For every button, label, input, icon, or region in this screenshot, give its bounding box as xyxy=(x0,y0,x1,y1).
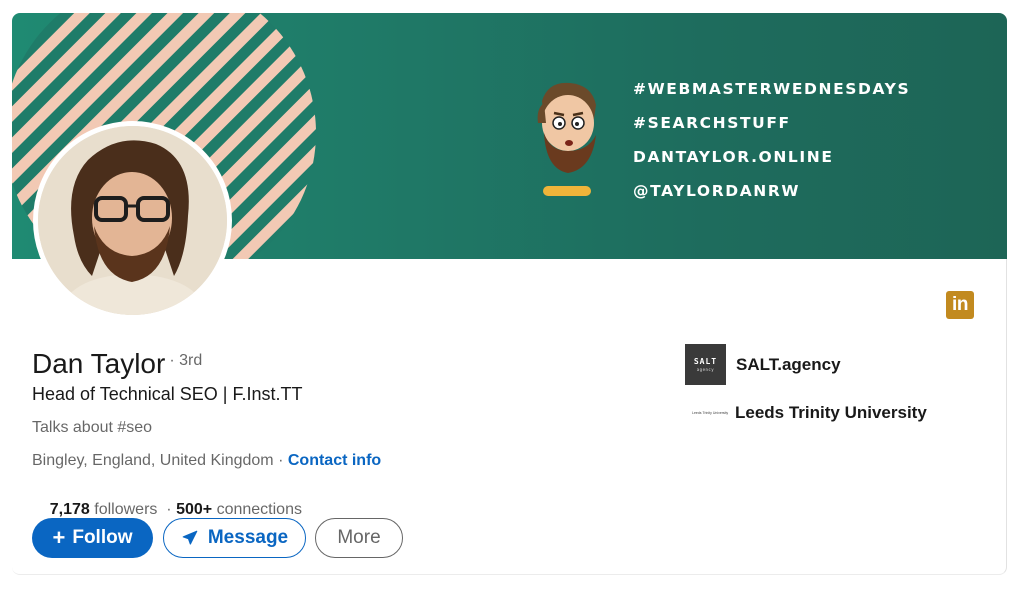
linkedin-icon[interactable]: in xyxy=(946,291,974,319)
profile-name: Dan Taylor xyxy=(32,348,166,379)
education-leeds-trinity[interactable]: Leeds Trinity University Leeds Trinity U… xyxy=(690,403,927,423)
banner-line: #WEBMASTERWEDNESDAYS xyxy=(633,80,911,98)
message-label: Message xyxy=(207,527,289,548)
paper-plane-icon xyxy=(182,530,198,545)
profile-photo-image xyxy=(38,126,227,315)
banner-accent-bar xyxy=(543,186,591,196)
profile-card: #WEBMASTERWEDNESDAYS #SEARCHSTUFF DANTAY… xyxy=(12,13,1007,575)
stats-separator: · xyxy=(157,501,177,518)
connections-count: 500+ xyxy=(176,501,213,518)
banner-hashtags: #WEBMASTERWEDNESDAYS #SEARCHSTUFF DANTAY… xyxy=(633,79,910,215)
follow-button[interactable]: + Follow xyxy=(32,518,153,558)
salt-agency-logo: SALT agency xyxy=(685,344,726,385)
more-button[interactable]: More xyxy=(315,518,403,558)
followers-stat[interactable]: 7,178 followers xyxy=(50,501,158,518)
talks-about: Talks about #seo xyxy=(32,419,153,436)
school-name: Leeds Trinity University xyxy=(735,403,927,422)
banner-line: DANTAYLOR.ONLINE xyxy=(633,148,834,166)
name-row: Dan Taylor · 3rd xyxy=(32,348,202,380)
banner-line: @TAYLORDANRW xyxy=(633,182,801,200)
followers-count: 7,178 xyxy=(49,501,90,518)
followers-label: followers xyxy=(89,501,158,518)
location-separator: · xyxy=(273,452,288,469)
connections-stat[interactable]: 500+ connections xyxy=(176,501,302,518)
more-label: More xyxy=(337,527,381,548)
current-company-salt[interactable]: SALT agency SALT.agency xyxy=(685,344,841,385)
leeds-trinity-logo: Leeds Trinity University xyxy=(690,403,728,423)
company-name: SALT.agency xyxy=(736,354,841,374)
salt-logo-text: SALT xyxy=(693,357,718,366)
salt-logo-subtext: agency xyxy=(696,367,715,372)
plus-icon: + xyxy=(52,525,66,550)
contact-info-link[interactable]: Contact info xyxy=(288,452,381,469)
message-button[interactable]: Message xyxy=(163,518,306,558)
follow-label: Follow xyxy=(72,527,133,548)
location-text: Bingley, England, United Kingdom xyxy=(32,452,274,469)
profile-photo[interactable] xyxy=(33,121,232,320)
banner-line: #SEARCHSTUFF xyxy=(633,114,791,132)
leeds-logo-text: Leeds Trinity University xyxy=(692,411,729,415)
cartoon-avatar-icon xyxy=(537,82,596,173)
connections-label: connections xyxy=(212,501,302,518)
connection-degree: · 3rd xyxy=(169,352,203,369)
location-row: Bingley, England, United Kingdom · Conta… xyxy=(32,452,381,470)
profile-headline: Head of Technical SEO | F.Inst.TT xyxy=(32,384,303,404)
